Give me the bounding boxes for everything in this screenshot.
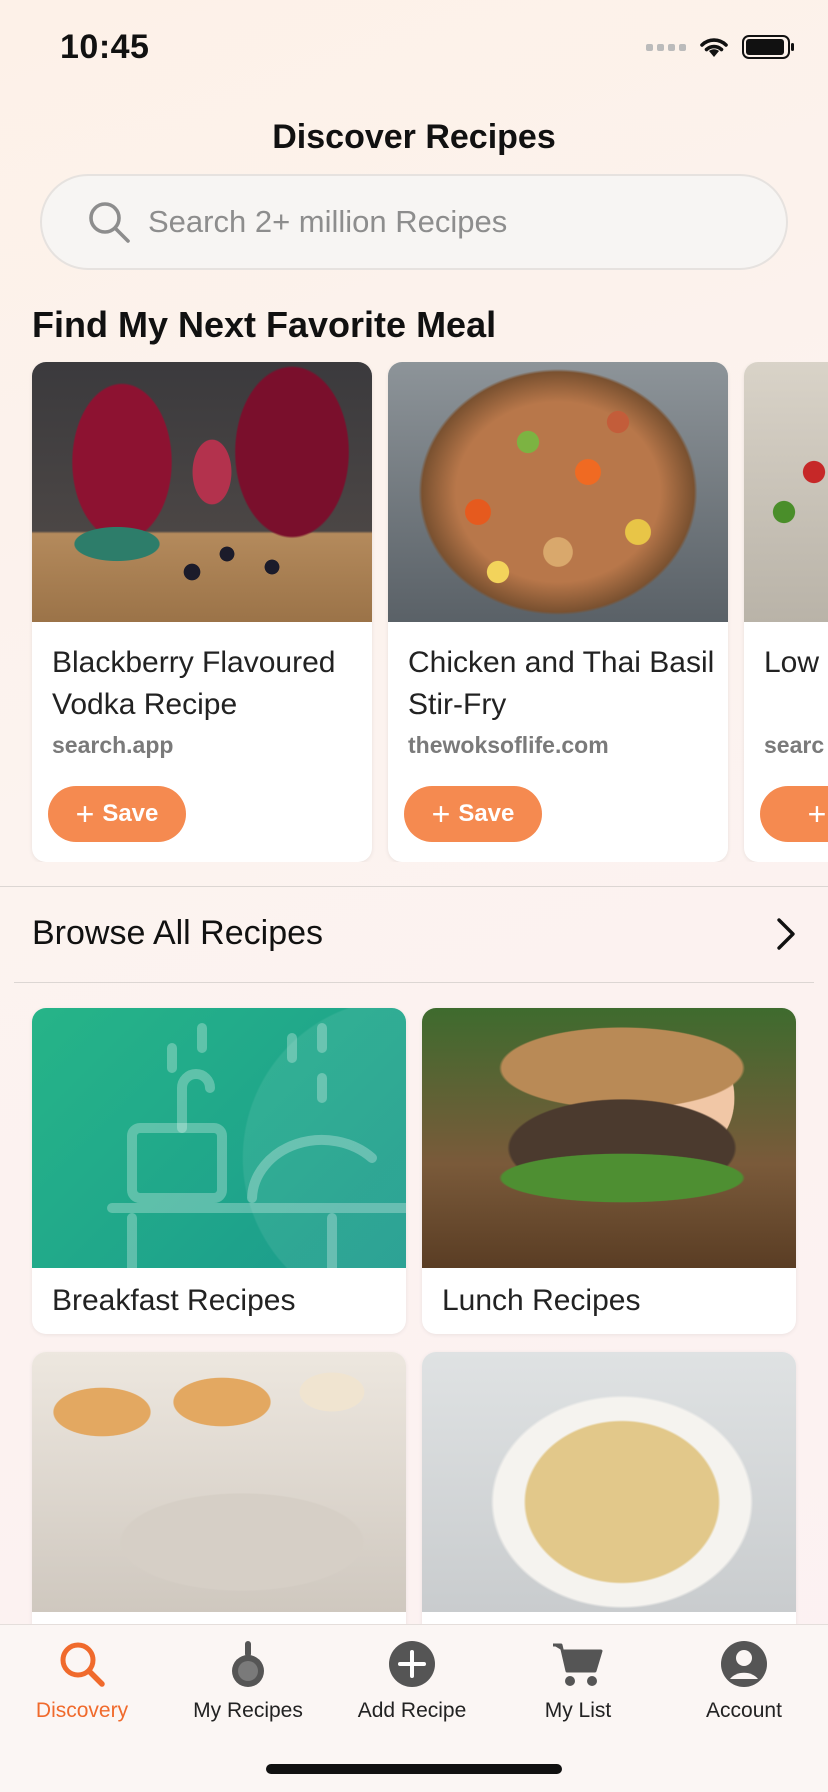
save-button[interactable]: + Save xyxy=(404,786,542,842)
search-icon xyxy=(89,202,130,243)
cart-icon xyxy=(553,1643,603,1686)
pan-icon xyxy=(232,1641,264,1687)
browse-label: Browse All Recipes xyxy=(32,914,324,952)
category-card-breakfast[interactable]: Breakfast Recipes xyxy=(32,1008,406,1334)
tab-discovery[interactable]: Discovery xyxy=(7,1639,157,1723)
recipe-image xyxy=(744,362,828,622)
category-image xyxy=(32,1352,406,1612)
featured-carousel[interactable]: Blackberry Flavoured Vodka Recipe search… xyxy=(0,362,828,862)
recipe-card[interactable]: Low Mary searc + S xyxy=(744,362,828,862)
signal-icon xyxy=(646,43,686,51)
chevron-right-icon xyxy=(777,918,795,950)
breakfast-image xyxy=(32,1008,406,1273)
tab-label: Add Recipe xyxy=(357,1699,467,1722)
save-button[interactable]: + S xyxy=(760,786,828,842)
lunch-image xyxy=(422,1008,796,1268)
divider xyxy=(0,886,828,887)
tab-my-recipes[interactable]: My Recipes xyxy=(173,1639,323,1723)
category-card-lunch[interactable]: Lunch Recipes xyxy=(422,1008,796,1334)
recipe-source: search.app xyxy=(52,732,174,758)
breakfast-illustration-icon xyxy=(107,1023,406,1273)
status-bar: 10:45 xyxy=(0,0,828,100)
page-title: Discover Recipes xyxy=(272,118,556,156)
category-image xyxy=(422,1352,796,1612)
recipe-image xyxy=(32,362,372,622)
tab-my-list[interactable]: My List xyxy=(503,1639,653,1723)
tab-label: My List xyxy=(544,1699,612,1722)
person-icon xyxy=(721,1641,767,1687)
recipe-image xyxy=(388,362,728,622)
divider xyxy=(14,982,814,983)
recipe-title: Low Mary xyxy=(764,646,828,679)
status-time: 10:45 xyxy=(60,28,150,66)
plus-circle-icon xyxy=(389,1641,435,1687)
plus-icon: + xyxy=(807,796,827,832)
browse-all-recipes-row[interactable]: Browse All Recipes xyxy=(0,888,828,984)
recipe-title: Chicken and Thai Basil Stir-Fry xyxy=(408,646,715,721)
tab-label: Account xyxy=(706,1699,782,1722)
home-indicator[interactable] xyxy=(266,1764,562,1774)
featured-heading: Find My Next Favorite Meal xyxy=(32,304,497,345)
recipe-title: Blackberry Flavoured Vodka Recipe xyxy=(52,646,336,721)
wifi-icon xyxy=(700,38,728,57)
save-label: Save xyxy=(102,800,159,827)
status-icons xyxy=(646,34,796,60)
category-label: Breakfast Recipes xyxy=(52,1284,296,1317)
plus-icon: + xyxy=(75,796,95,832)
save-label: Save xyxy=(458,800,515,827)
recipe-card[interactable]: Chicken and Thai Basil Stir-Fry thewokso… xyxy=(388,362,728,862)
save-button[interactable]: + Save xyxy=(48,786,186,842)
search-placeholder: Search 2+ million Recipes xyxy=(148,204,508,239)
battery-icon xyxy=(742,35,794,59)
recipe-source: thewoksoflife.com xyxy=(408,732,609,758)
search-icon xyxy=(60,1642,105,1687)
tab-add-recipe[interactable]: Add Recipe xyxy=(337,1639,487,1723)
tab-account[interactable]: Account xyxy=(669,1639,819,1723)
recipe-source: searc xyxy=(764,732,825,758)
search-input[interactable]: Search 2+ million Recipes xyxy=(40,174,788,270)
recipe-card[interactable]: Blackberry Flavoured Vodka Recipe search… xyxy=(32,362,372,862)
tab-label: Discovery xyxy=(35,1699,129,1722)
plus-icon: + xyxy=(431,796,451,832)
category-label: Lunch Recipes xyxy=(442,1284,641,1317)
tab-label: My Recipes xyxy=(193,1699,303,1722)
